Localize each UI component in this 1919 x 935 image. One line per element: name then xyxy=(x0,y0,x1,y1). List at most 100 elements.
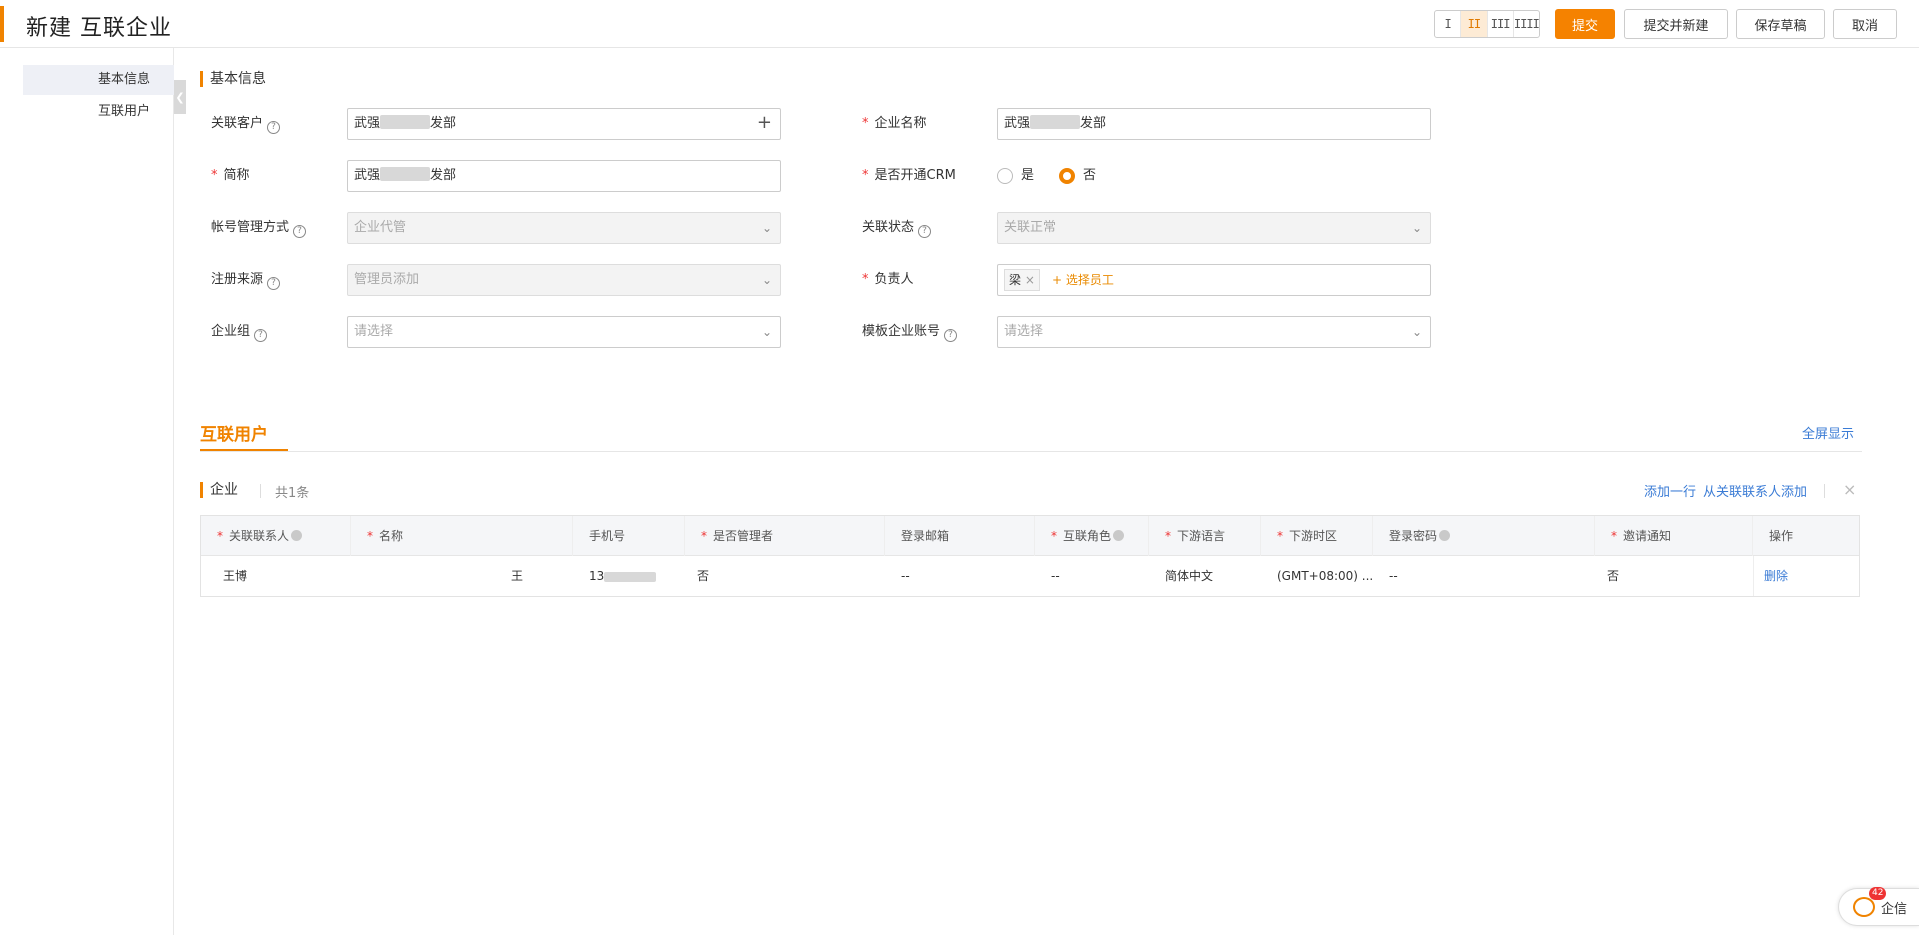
column-header-role: * 互联角色 xyxy=(1035,516,1149,556)
column-header-password: 登录密码 xyxy=(1373,516,1595,556)
open-crm-no-radio[interactable]: 否 xyxy=(1059,160,1096,192)
cell-timezone[interactable]: (GMT+08:00) ... xyxy=(1261,556,1373,596)
cell-phone[interactable]: 13 xyxy=(573,556,685,596)
chevron-down-icon: ⌄ xyxy=(761,221,772,235)
link-status-label: 关联状态? xyxy=(862,212,932,244)
cancel-button[interactable]: 取消 xyxy=(1833,9,1897,39)
save-draft-button[interactable]: 保存草稿 xyxy=(1736,9,1825,39)
cell-name[interactable]: 王 xyxy=(351,556,573,596)
blurred-text xyxy=(604,572,657,582)
company-name-input[interactable]: 武强 发部 xyxy=(997,108,1431,140)
column-header-login-email: 登录邮箱 xyxy=(885,516,1035,556)
header-accent-bar xyxy=(0,6,4,42)
cell-language[interactable]: 简体中文 xyxy=(1149,556,1261,596)
owner-field[interactable]: 梁 × + 选择员工 xyxy=(997,264,1431,296)
divider xyxy=(1824,484,1825,498)
column-header-action: 操作 xyxy=(1769,529,1794,543)
add-from-contact-link[interactable]: 从关联联系人添加 xyxy=(1703,481,1807,500)
cell-invite[interactable]: 否 xyxy=(1595,556,1753,596)
account-mode-select: 企业代管 ⌄ xyxy=(347,212,781,244)
close-icon[interactable]: × xyxy=(1843,480,1856,499)
chevron-down-icon: ⌄ xyxy=(761,273,772,287)
fullscreen-link[interactable]: 全屏显示 xyxy=(1802,423,1854,442)
section-title-basic-info: 基本信息 xyxy=(200,70,266,88)
column-layout-switch[interactable]: I II III IIII xyxy=(1434,10,1540,38)
template-account-label: 模板企业账号? xyxy=(862,316,958,348)
table-row: 王博 王 13 否 -- -- 简体中文 (GMT+08:00) ... -- … xyxy=(201,556,1859,596)
owner-tag[interactable]: 梁 × xyxy=(1004,269,1040,291)
cell-login-email[interactable]: -- xyxy=(885,556,1035,596)
blurred-text xyxy=(1030,115,1081,129)
company-group-label: 企业组? xyxy=(211,316,268,348)
page-header: 新建 互联企业 I II III IIII 提交 提交并新建 保存草稿 取消 xyxy=(0,0,1919,48)
qixin-label: 企信 xyxy=(1881,901,1908,917)
add-row-link[interactable]: 添加一行 xyxy=(1644,481,1696,500)
related-customer-field[interactable]: 武强 发部 + xyxy=(347,108,781,140)
column-header-is-manager: * 是否管理者 xyxy=(685,516,885,556)
cell-password[interactable]: -- xyxy=(1373,556,1595,596)
nav-item-basic-info[interactable]: 基本信息 xyxy=(23,65,174,95)
column-option-2[interactable]: II xyxy=(1461,11,1488,37)
record-count: 共1条 xyxy=(275,486,310,501)
help-icon xyxy=(1439,530,1451,541)
company-group-select[interactable]: 请选择 ⌄ xyxy=(347,316,781,348)
collapse-nav-handle[interactable]: ❮ xyxy=(174,80,186,114)
help-icon: ? xyxy=(944,329,958,342)
blurred-text xyxy=(380,115,431,129)
help-icon: ? xyxy=(293,225,307,238)
help-icon: ? xyxy=(254,329,268,342)
template-account-select[interactable]: 请选择 ⌄ xyxy=(997,316,1431,348)
cell-action: 删除 xyxy=(1753,556,1859,596)
page-title: 新建 互联企业 xyxy=(26,16,172,41)
divider xyxy=(260,484,261,498)
column-header-timezone: * 下游时区 xyxy=(1261,516,1373,556)
column-header-phone: 手机号 xyxy=(573,516,685,556)
submit-and-new-button[interactable]: 提交并新建 xyxy=(1624,9,1728,39)
plus-icon[interactable]: + xyxy=(757,108,772,138)
owner-label: * 负责人 xyxy=(862,272,914,287)
open-crm-label: * 是否开通CRM xyxy=(862,168,956,183)
delete-row-link[interactable]: 删除 xyxy=(1764,569,1788,583)
column-header-name: * 名称 xyxy=(351,516,573,556)
help-icon: ? xyxy=(267,121,281,134)
help-icon xyxy=(291,530,303,541)
choose-employee-link[interactable]: + 选择员工 xyxy=(1052,273,1114,287)
qixin-chat-button[interactable]: 42 企信 xyxy=(1838,887,1919,926)
chevron-down-icon: ⌄ xyxy=(1411,221,1422,235)
chevron-down-icon: ⌄ xyxy=(761,325,772,339)
chat-bubble-icon: 42 xyxy=(1853,887,1887,917)
help-icon: ? xyxy=(267,277,281,290)
left-anchor-nav: 基本信息 互联用户 xyxy=(0,48,174,935)
column-header-language: * 下游语言 xyxy=(1149,516,1261,556)
cell-role[interactable]: -- xyxy=(1035,556,1149,596)
remove-tag-icon: × xyxy=(1024,273,1035,287)
tab-divider xyxy=(200,451,1862,452)
open-crm-yes-radio[interactable]: 是 xyxy=(997,160,1034,192)
column-header-contact: * 关联联系人 xyxy=(201,516,351,556)
related-customer-label: 关联客户? xyxy=(211,108,281,140)
subtable-title-company: 企业 xyxy=(200,481,238,499)
help-icon: ? xyxy=(918,225,932,238)
linked-users-table: * 关联联系人 * 名称 手机号 * 是否管理者 登录邮箱 * 互联角色 * 下游语言 *… xyxy=(200,515,1860,597)
column-option-1[interactable]: I xyxy=(1435,11,1462,37)
unread-badge: 42 xyxy=(1869,887,1887,900)
column-option-4[interactable]: IIII xyxy=(1514,11,1540,37)
short-name-label: * 简称 xyxy=(211,168,250,183)
tab-linked-users[interactable]: 互联用户 xyxy=(200,420,268,445)
cell-contact[interactable]: 王博 xyxy=(201,556,351,596)
company-name-label: * 企业名称 xyxy=(862,116,927,131)
table-header: * 关联联系人 * 名称 手机号 * 是否管理者 登录邮箱 * 互联角色 * 下游语言 *… xyxy=(201,516,1859,556)
cell-is-manager[interactable]: 否 xyxy=(685,556,885,596)
column-option-3[interactable]: III xyxy=(1488,11,1514,37)
chevron-left-icon: ❮ xyxy=(175,90,185,104)
blurred-text xyxy=(380,167,431,181)
reg-source-label: 注册来源? xyxy=(211,264,281,296)
radio-unchecked-icon xyxy=(997,168,1013,184)
nav-item-linked-users[interactable]: 互联用户 xyxy=(23,97,174,127)
account-mode-label: 帐号管理方式? xyxy=(211,212,307,244)
column-header-invite: * 邀请通知 xyxy=(1595,516,1753,556)
link-status-select: 关联正常 ⌄ xyxy=(997,212,1431,244)
submit-button[interactable]: 提交 xyxy=(1555,9,1615,39)
chevron-down-icon: ⌄ xyxy=(1411,325,1422,339)
short-name-input[interactable]: 武强 发部 xyxy=(347,160,781,192)
